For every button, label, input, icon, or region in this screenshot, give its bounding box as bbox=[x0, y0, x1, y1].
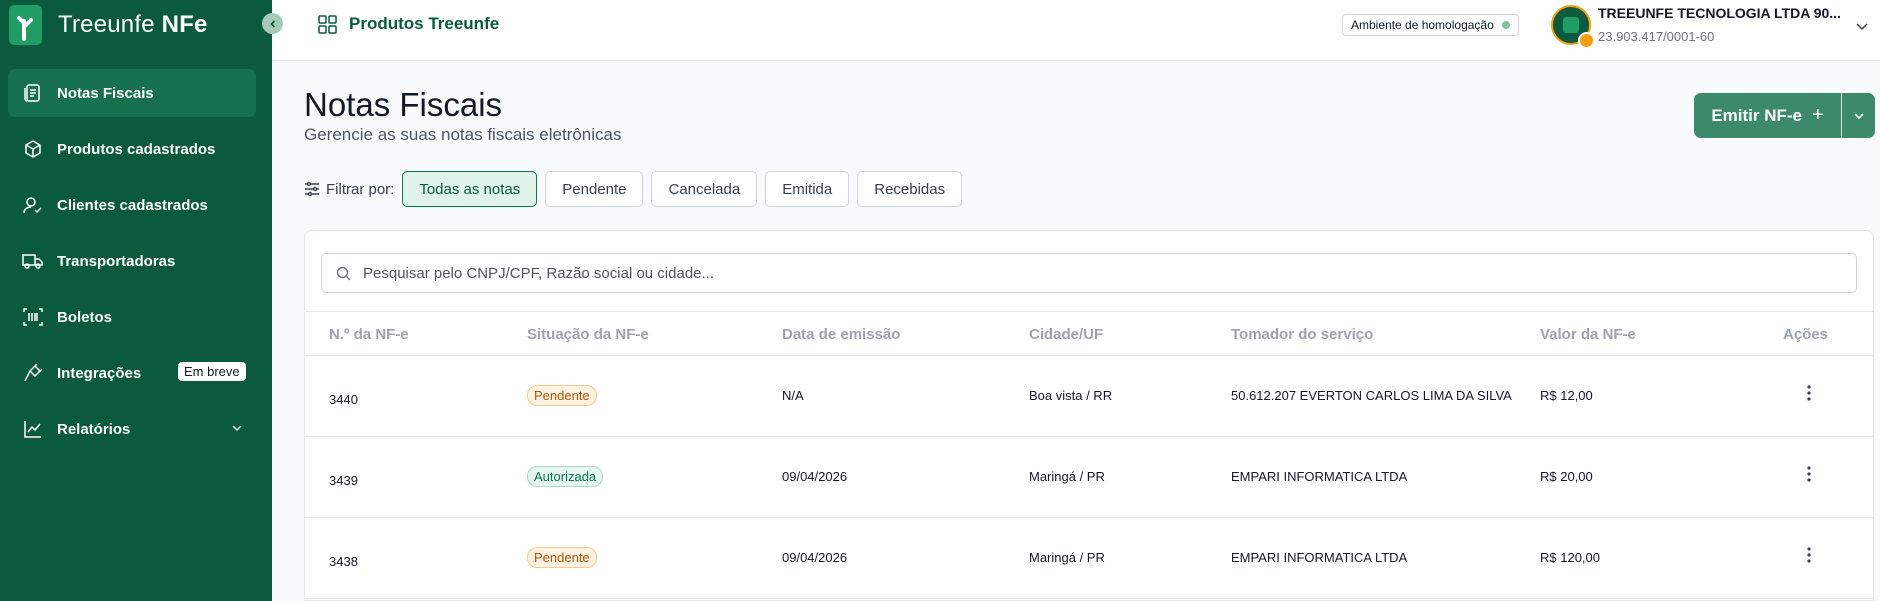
plug-icon bbox=[21, 361, 45, 385]
service-taker: 50.612.207 EVERTON CARLOS LIMA DA SILVA bbox=[1231, 388, 1512, 403]
topbar: Produtos Treeunfe Ambiente de homologaçã… bbox=[272, 0, 1880, 61]
grid-icon bbox=[318, 14, 337, 34]
sidebar-item-relatorios[interactable]: Relatórios bbox=[8, 405, 256, 453]
nfe-value: R$ 20,00 bbox=[1540, 469, 1593, 484]
nfe-number: 3438 bbox=[329, 554, 358, 569]
issue-date: N/A bbox=[782, 388, 804, 403]
city-uf: Maringá / PR bbox=[1029, 469, 1105, 484]
filter-bar: Filtrar por: Todas as notas Pendente Can… bbox=[304, 171, 970, 207]
nfe-number: 3440 bbox=[329, 392, 358, 407]
sidebar-item-integracoes[interactable]: Integrações Em breve bbox=[8, 349, 256, 397]
truck-icon bbox=[21, 249, 45, 273]
filter-pending[interactable]: Pendente bbox=[545, 171, 644, 207]
sidebar-item-boletos[interactable]: Boletos bbox=[8, 293, 256, 341]
more-vertical-icon[interactable] bbox=[1800, 462, 1818, 486]
nfe-value: R$ 12,00 bbox=[1540, 388, 1593, 403]
sidebar-item-label: Relatórios bbox=[57, 420, 131, 438]
table-row[interactable]: 3439 Autorizada 09/04/2026 Maringá / PR … bbox=[305, 437, 1873, 518]
filter-label: Filtrar por: bbox=[304, 181, 394, 198]
filter-received[interactable]: Recebidas bbox=[857, 171, 963, 207]
sidebar-item-label: Transportadoras bbox=[57, 252, 176, 270]
issue-date: 09/04/2026 bbox=[782, 550, 848, 565]
nfe-value: R$ 120,00 bbox=[1540, 550, 1600, 565]
column-header-value: Valor da NF-e bbox=[1540, 326, 1636, 343]
search-icon bbox=[336, 266, 351, 281]
status-badge: Pendente bbox=[527, 385, 597, 406]
table-row[interactable]: 3438 Pendente 09/04/2026 Maringá / PR EM… bbox=[305, 518, 1873, 599]
workspace-title[interactable]: Produtos Treeunfe bbox=[318, 14, 499, 34]
city-uf: Boa vista / RR bbox=[1029, 388, 1113, 403]
plus-icon: + bbox=[1812, 104, 1824, 126]
company-cnpj: 23.903.417/0001-60 bbox=[1598, 29, 1715, 44]
chart-icon bbox=[21, 417, 45, 441]
chevron-down-icon[interactable] bbox=[1854, 18, 1870, 39]
emit-options-button[interactable] bbox=[1842, 93, 1875, 138]
document-icon bbox=[21, 81, 45, 105]
sidebar-item-label: Notas Fiscais bbox=[57, 84, 154, 102]
sidebar-item-label: Integrações bbox=[57, 364, 142, 382]
sidebar-item-label: Produtos cadastrados bbox=[57, 140, 216, 158]
table-header: N.º da NF-e Situação da NF-e Data de emi… bbox=[305, 311, 1873, 356]
brand-name: Treeunfe NFe bbox=[58, 11, 208, 38]
issue-date: 09/04/2026 bbox=[782, 469, 848, 484]
lock-icon bbox=[1578, 32, 1595, 49]
company-name[interactable]: TREEUNFE TECNOLOGIA LTDA 90... bbox=[1598, 5, 1841, 21]
filter-label-text: Filtrar por: bbox=[326, 180, 395, 198]
treeunfe-logo-icon bbox=[1563, 17, 1579, 33]
sidebar-item-label: Clientes cadastrados bbox=[57, 196, 208, 214]
sidebar-item-produtos[interactable]: Produtos cadastrados bbox=[8, 125, 256, 173]
workspace-title-label: Produtos Treeunfe bbox=[349, 14, 500, 33]
service-taker: EMPARI INFORMATICA LTDA bbox=[1231, 469, 1408, 484]
company-avatar[interactable] bbox=[1551, 5, 1595, 49]
more-vertical-icon[interactable] bbox=[1800, 543, 1818, 567]
coming-soon-badge: Em breve bbox=[178, 362, 246, 381]
search-input[interactable] bbox=[363, 264, 1856, 282]
treeunfe-logo-icon bbox=[9, 5, 42, 45]
status-badge: Autorizada bbox=[527, 466, 604, 487]
city-uf: Maringá / PR bbox=[1029, 550, 1105, 565]
status-badge: Pendente bbox=[527, 547, 597, 568]
chevron-down-icon bbox=[1852, 109, 1866, 123]
filter-issued[interactable]: Emitida bbox=[765, 171, 850, 207]
filter-all[interactable]: Todas as notas bbox=[402, 171, 538, 207]
more-vertical-icon[interactable] bbox=[1800, 381, 1818, 405]
sidebar-item-label: Boletos bbox=[57, 308, 113, 326]
filter-cancelled[interactable]: Cancelada bbox=[651, 171, 758, 207]
column-header-city: Cidade/UF bbox=[1029, 326, 1104, 343]
page-title: Notas Fiscais bbox=[304, 86, 503, 123]
nfe-number: 3439 bbox=[329, 473, 358, 488]
column-header-taker: Tomador do serviço bbox=[1231, 326, 1374, 343]
user-check-icon bbox=[21, 193, 45, 217]
box-icon bbox=[21, 137, 45, 161]
column-header-date: Data de emissão bbox=[782, 326, 901, 343]
chevron-down-icon[interactable] bbox=[230, 421, 244, 439]
sidebar-nav: Notas Fiscais Produtos cadastrados Clien… bbox=[8, 69, 256, 461]
table-row[interactable]: 3440 Pendente N/A Boa vista / RR 50.612.… bbox=[305, 356, 1873, 437]
column-header-status: Situação da NF-e bbox=[527, 326, 649, 343]
emit-nfe-button[interactable]: Emitir NF-e + bbox=[1694, 93, 1842, 138]
page-subtitle: Gerencie as suas notas fiscais eletrônic… bbox=[304, 125, 622, 144]
sidebar: Treeunfe NFe Notas Fiscais Produtos cada… bbox=[0, 0, 272, 601]
chevron-left-icon bbox=[268, 19, 278, 29]
brand[interactable]: Treeunfe NFe bbox=[9, 5, 208, 45]
collapse-sidebar-button[interactable] bbox=[262, 13, 283, 34]
sliders-icon bbox=[304, 181, 320, 197]
emit-nfe-split-button: Emitir NF-e + bbox=[1694, 93, 1875, 138]
service-taker: EMPARI INFORMATICA LTDA bbox=[1231, 550, 1408, 565]
environment-badge: Ambiente de homologação bbox=[1342, 14, 1519, 36]
environment-label: Ambiente de homologação bbox=[1351, 18, 1494, 32]
sidebar-item-transportadoras[interactable]: Transportadoras bbox=[8, 237, 256, 285]
sidebar-item-notas-fiscais[interactable]: Notas Fiscais bbox=[8, 69, 256, 117]
column-header-actions: Ações bbox=[1783, 326, 1829, 343]
column-header-number: N.º da NF-e bbox=[329, 326, 409, 343]
emit-nfe-label: Emitir NF-e bbox=[1711, 105, 1802, 125]
search-box bbox=[321, 253, 1857, 293]
sidebar-item-clientes[interactable]: Clientes cadastrados bbox=[8, 181, 256, 229]
environment-status-dot bbox=[1501, 21, 1510, 29]
invoices-panel: N.º da NF-e Situação da NF-e Data de emi… bbox=[304, 230, 1874, 601]
barcode-icon bbox=[21, 305, 45, 329]
